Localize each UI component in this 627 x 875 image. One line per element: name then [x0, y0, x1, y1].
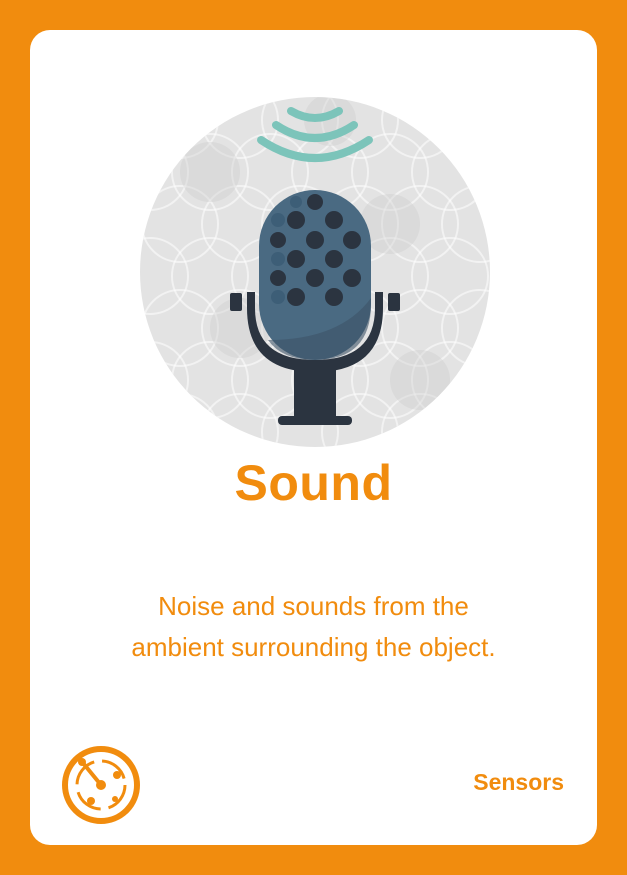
- sensor-card: Sound Noise and sounds from the ambient …: [30, 30, 597, 845]
- card-title: Sound: [234, 455, 393, 511]
- microphone-head: [259, 190, 371, 360]
- microphone-icon: [140, 97, 490, 447]
- description-line: ambient surrounding the object.: [131, 632, 496, 662]
- sensor-radar-icon: [62, 746, 140, 824]
- card-description: Noise and sounds from the ambient surrou…: [70, 586, 557, 668]
- description-line: Noise and sounds from the: [158, 591, 469, 621]
- category-label: Sensors: [473, 769, 564, 795]
